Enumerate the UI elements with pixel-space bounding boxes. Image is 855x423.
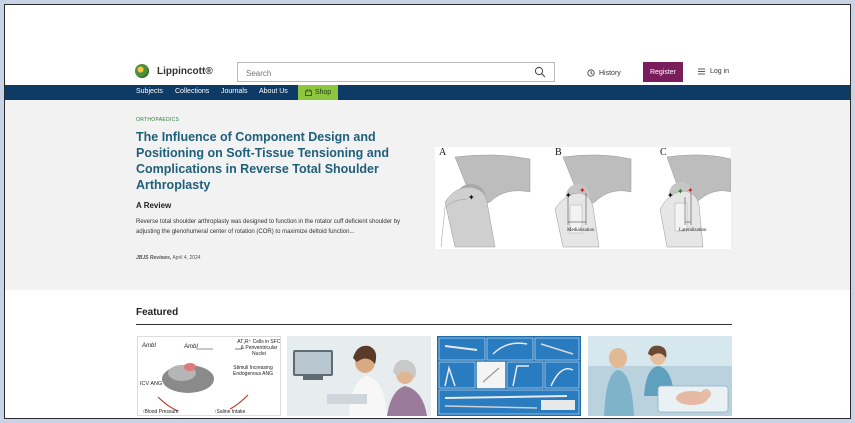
panel-label-b: B [555,147,562,158]
card1-formula: AmbI [142,343,157,349]
svg-text:✦: ✦ [579,186,586,195]
shoulder-diagram: ✦ ✦ ✦ ✦ ✦ ✦ [440,154,732,248]
search-icon[interactable] [534,66,546,78]
logo-text: Lippincott® [157,65,213,77]
panel-label-c: C [660,147,667,158]
history-icon [587,69,595,77]
svg-text:✦: ✦ [468,193,475,202]
site-logo[interactable]: Lippincott® [135,64,213,78]
panel-label-a: A [439,147,447,158]
card1-label-mid: Stimuli Increasing Endogenous ANG [232,365,274,377]
browser-page: Lippincott® History Register Log in [4,4,851,419]
featured-card-4-photo [588,336,732,416]
lippincott-logo-icon [135,64,149,78]
journal-name: JBJS Reviews, [136,255,172,261]
shop-label: Shop [314,89,332,96]
article-figure[interactable]: A B C ✦ ✦ ✦ ✦ ✦ ✦ Medialisation Laterali… [435,147,732,249]
hero-article: ORTHOPAEDICS The Influence of Component … [5,100,850,290]
shop-icon [304,89,312,96]
nav-item-journals[interactable]: Journals [221,88,247,95]
login-label: Log in [710,68,730,75]
article-date: April 4, 2024 [172,255,201,261]
article-category[interactable]: ORTHOPAEDICS [136,117,179,123]
card1-formula-2: AmbI [184,344,199,350]
shoulder-panel-a: ✦ [440,154,531,248]
shoulder-panel-c: ✦ ✦ ✦ [659,154,732,248]
shoulder-panel-b: ✦ ✦ [554,154,632,248]
featured-card-1[interactable]: AmbI AmbI AT₁R⁺ Cells in SFO & Periventr… [137,336,281,416]
menu-icon [698,68,705,75]
card1-label-bottom-left: ↑Blood Pressure [142,409,179,415]
login-link[interactable]: Log in [698,68,729,75]
card1-label-top: AT₁R⁺ Cells in SFO & Periventricular Nuc… [237,339,281,357]
featured-heading: Featured [136,307,179,318]
search-box [237,62,555,83]
featured-card-4[interactable] [588,336,732,416]
nav-item-about-us[interactable]: About Us [259,88,288,95]
site-header: Lippincott® History Register Log in [5,5,850,85]
featured-card-2-photo [287,336,431,416]
article-meta: JBJS Reviews, April 4, 2024 [136,255,201,261]
search-input[interactable] [238,64,528,83]
article-title[interactable]: The Influence of Component Design and Po… [136,129,396,193]
article-description: Reverse total shoulder arthroplasty was … [136,219,401,235]
featured-divider [136,324,732,325]
svg-text:✦: ✦ [677,187,684,196]
card1-label-left: ICV ANG [140,381,163,387]
svg-text:✦: ✦ [667,191,674,200]
caption-lateralisation: Lateralisation [679,228,707,233]
article-subtitle: A Review [136,201,172,210]
featured-card-3-photo [437,336,581,416]
featured-card-2[interactable] [287,336,431,416]
nav-item-collections[interactable]: Collections [175,88,209,95]
caption-medialisation: Medialisation [567,228,595,233]
main-nav: Subjects Collections Journals About Us S… [5,85,850,100]
svg-text:✦: ✦ [687,186,694,195]
history-label: History [599,69,621,77]
featured-card-3[interactable] [437,336,581,416]
nav-item-subjects[interactable]: Subjects [136,88,163,95]
shop-button[interactable]: Shop [298,85,338,100]
card1-label-bottom-right: ↑Saline Intake [214,409,246,415]
register-button[interactable]: Register [643,62,683,82]
svg-text:✦: ✦ [565,191,572,200]
history-link[interactable]: History [587,69,621,77]
